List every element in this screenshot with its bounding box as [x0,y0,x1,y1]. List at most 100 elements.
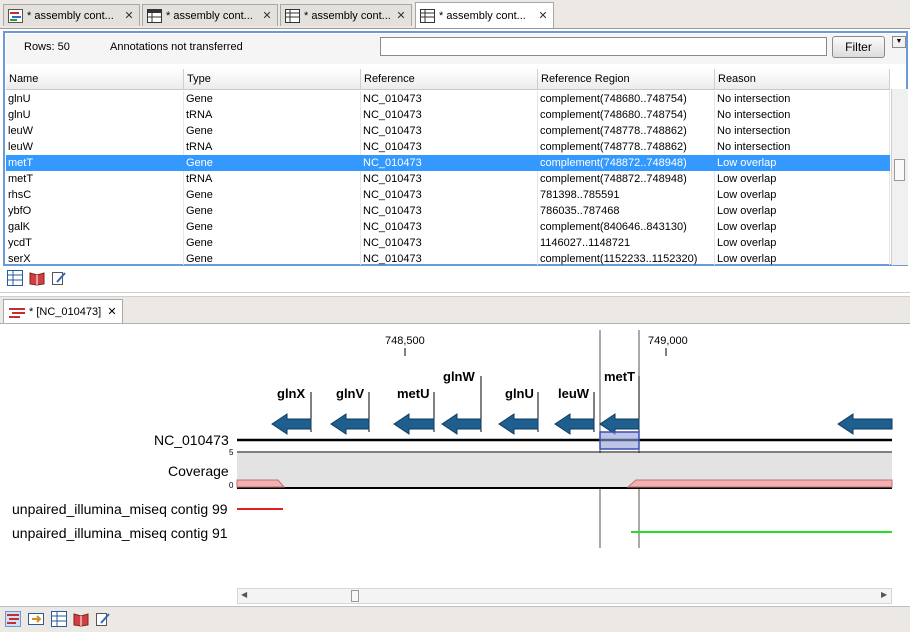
cell-reason: Low overlap [715,219,890,235]
table-row[interactable]: glnU tRNA NC_010473 complement(748680..7487… [6,107,890,123]
column-header-reference-region[interactable]: Reference Region [538,69,715,89]
tab-assembly-4[interactable]: * assembly cont... ✕ [415,2,554,28]
cell-reference-region: complement(748680..748754) [538,91,715,107]
selection-highlight[interactable] [599,431,640,450]
close-icon[interactable]: ✕ [536,9,550,22]
row-count: Rows: 50 [24,41,70,53]
column-header-name[interactable]: Name [6,69,184,89]
table-row[interactable]: leuW Gene NC_010473 complement(748778..7488… [6,123,890,139]
table-icon [147,8,162,23]
tab-assembly-1[interactable]: * assembly cont... ✕ [3,4,140,26]
tab-label: * assembly cont... [304,9,391,22]
scroll-right-icon[interactable]: ▶ [881,590,887,599]
cell-reference: NC_010473 [361,251,538,265]
export-icon[interactable] [28,611,44,627]
cell-reference-region: complement(748680..748754) [538,107,715,123]
cell-reference-region: complement(748778..748862) [538,123,715,139]
cell-name: glnU [6,91,184,107]
cell-reference: NC_010473 [361,123,538,139]
table-scrollbar[interactable] [891,89,908,265]
cell-type: Gene [186,157,213,169]
view-switcher-toolbar [0,606,910,632]
cell-name: glnU [6,107,184,123]
column-header-type[interactable]: Type [184,69,361,89]
table-row[interactable]: rhsC Gene NC_010473 781398..785591 Low overl… [6,187,890,203]
cell-reference: NC_010473 [363,157,422,169]
cell-name: leuW [6,139,184,155]
table-row[interactable]: leuW tRNA NC_010473 complement(748778..7488… [6,139,890,155]
track-viewer[interactable] [0,322,910,588]
cell-name: metT [8,157,34,169]
gene-label-metT: metT [604,369,636,384]
gene-label-glnX: glnX [277,386,306,401]
scrollbar-thumb[interactable] [351,590,359,602]
table-row[interactable]: serX Gene NC_010473 complement(1152233..115… [6,251,890,265]
cell-name: metT [6,171,184,187]
table-row[interactable]: metT tRNA NC_010473 complement(748872..7489… [6,171,890,187]
scrollbar-thumb[interactable] [894,159,905,181]
table-view-icon[interactable] [7,270,23,286]
ruler-label-748500: 748,500 [385,335,425,347]
contig-99-label: unpaired_illumina_miseq contig 99 [12,501,228,517]
coverage-min-tick: 0 [229,481,234,490]
tab-assembly-2[interactable]: * assembly cont... ✕ [142,4,278,26]
column-header-reference[interactable]: Reference [361,69,538,89]
table-icon [285,8,300,23]
table-row[interactable]: metT Gene NC_010473 complement(748872..7489… [6,155,890,171]
filter-button[interactable]: Filter [832,36,885,58]
cell-reference: NC_010473 [361,139,538,155]
table-row[interactable]: ybfO Gene NC_010473 786035..787468 Low overl… [6,203,890,219]
gene-arrow-metT[interactable] [599,376,640,435]
filter-input[interactable] [380,37,827,56]
track-tab-bar: * [NC_010473] ✕ [0,296,910,324]
cell-name: rhsC [6,187,184,203]
edit-icon[interactable] [51,270,67,286]
book-icon[interactable] [29,270,45,286]
cell-type: tRNA [184,171,361,187]
cell-reference-region: complement(748872..748948) [538,171,715,187]
table-row[interactable]: ycdT Gene NC_010473 1146027..1148721 Low ove… [6,235,890,251]
track-view-icon[interactable] [5,611,21,627]
cell-name: ybfO [6,203,184,219]
cell-reason: Low overlap [717,157,777,169]
close-icon[interactable]: ✕ [122,9,136,22]
book-icon[interactable] [73,611,89,627]
gene-arrow-offscreen[interactable] [837,413,893,435]
cell-type: Gene [184,203,361,219]
gene-label-glnW: glnW [443,369,475,384]
viewer-horizontal-scrollbar[interactable]: ◀ ▶ [237,588,892,604]
close-icon[interactable]: ✕ [260,9,274,22]
cell-reference: NC_010473 [361,187,538,203]
edit-icon[interactable] [95,611,111,627]
close-icon[interactable]: ✕ [394,9,408,22]
tab-assembly-3[interactable]: * assembly cont... ✕ [280,4,412,26]
table-view-toolbar [0,266,910,293]
gene-label-metU: metU [397,386,430,401]
cell-reference-region: 786035..787468 [538,203,715,219]
cell-reference: NC_010473 [361,203,538,219]
cell-reference: NC_010473 [361,219,538,235]
cell-reference-region: 1146027..1148721 [538,235,715,251]
table-row[interactable]: glnU Gene NC_010473 complement(748680..7487… [6,91,890,107]
close-icon[interactable]: ✕ [105,305,119,318]
cell-reason: No intersection [715,107,890,123]
cell-reason: Low overlap [715,171,890,187]
cell-reference: NC_010473 [361,107,538,123]
table-row[interactable]: galK Gene NC_010473 complement(840646..8431… [6,219,890,235]
tab-track-nc010473[interactable]: * [NC_010473] ✕ [3,299,123,323]
annotation-status: Annotations not transferred [110,41,243,53]
results-table: Name Type Reference Reference Region Rea… [6,69,890,265]
gene-label-leuW: leuW [558,386,590,401]
cell-type: Gene [184,251,361,265]
coverage-max-tick: 5 [229,448,234,457]
column-header-reason[interactable]: Reason [715,69,890,89]
cell-type: tRNA [184,139,361,155]
options-dropdown[interactable]: ▼ [892,36,906,48]
cell-reference: NC_010473 [361,235,538,251]
ruler-label-749000: 749,000 [648,335,688,347]
scroll-left-icon[interactable]: ◀ [241,590,247,599]
gene-arrow-glnW[interactable] [441,376,482,435]
table-view-icon[interactable] [51,611,67,627]
cell-reference: NC_010473 [361,91,538,107]
table-icon [420,8,435,23]
